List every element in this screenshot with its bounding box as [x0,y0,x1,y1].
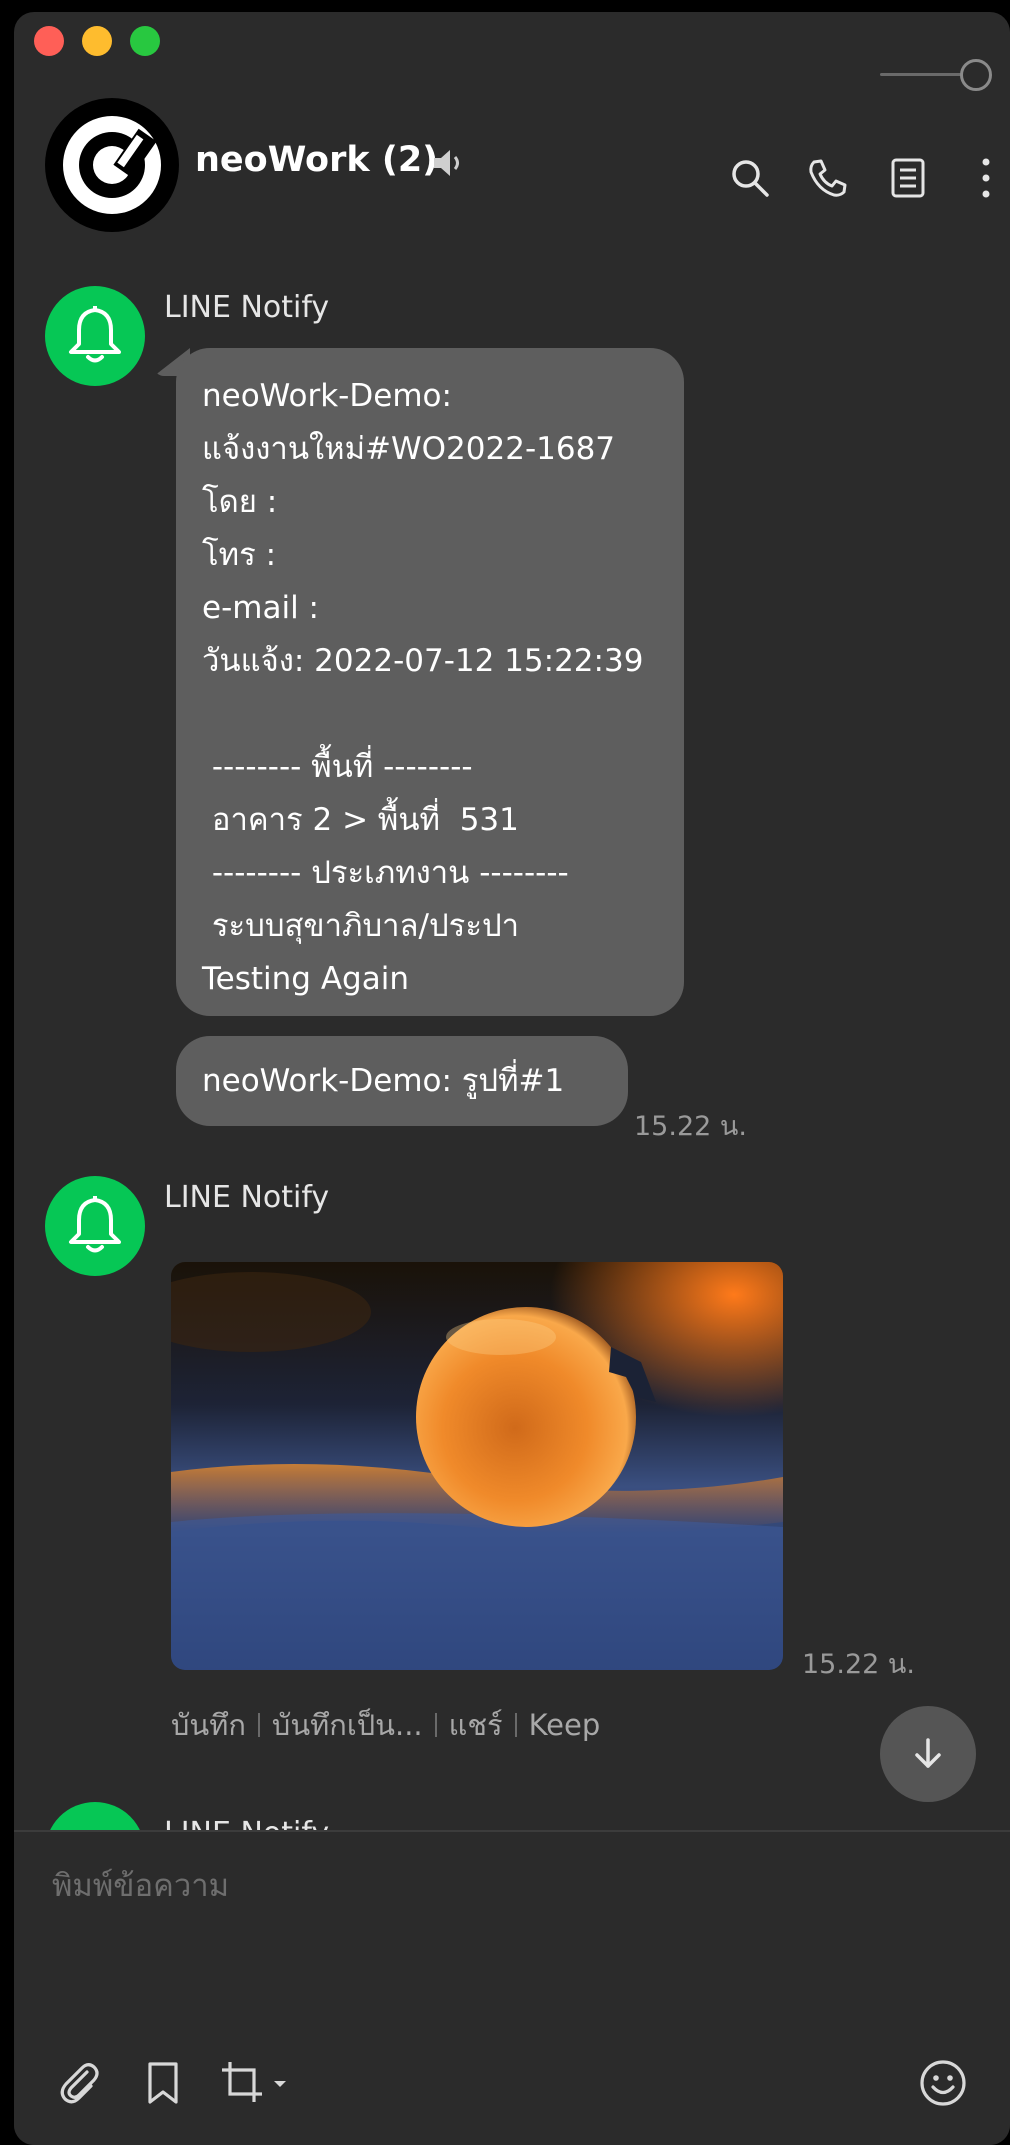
zoom-window-button[interactable] [130,26,160,56]
message-line: ระบบสุขาภิบาล/ประปา [202,908,520,944]
line-notify-avatar[interactable] [45,1176,145,1276]
arrow-down-icon [915,1738,941,1768]
scroll-to-bottom-button[interactable] [880,1706,976,1802]
line-notify-avatar[interactable] [45,286,145,386]
message-sender: LINE Notify [164,290,330,325]
message-line: neoWork-Demo: [202,378,452,414]
message-bubble[interactable]: neoWork-Demo: แจ้งงานใหม่#WO2022-1687 โด… [176,348,684,1016]
bell-icon [69,1196,121,1253]
save-as-action[interactable]: บันทึกเป็น... [272,1702,423,1748]
keep-action[interactable]: Keep [529,1708,601,1742]
message-time: 15.22 น. [802,1649,915,1680]
close-window-button[interactable] [34,26,64,56]
share-action[interactable]: แชร์ [449,1702,503,1748]
message-input[interactable] [50,1860,974,1912]
neowork-logo-icon [63,116,161,214]
message-line: แจ้งงานใหม่#WO2022-1687 [202,431,616,467]
message-line [202,688,658,741]
save-action[interactable]: บันทึก [171,1702,246,1748]
phone-icon[interactable] [806,156,850,200]
message-bubble[interactable]: neoWork-Demo: รูปที่#1 [176,1036,628,1126]
chevron-down-icon[interactable] [270,2074,290,2094]
search-icon[interactable] [728,156,772,200]
bookmark-icon[interactable] [138,2058,188,2108]
message-line: -------- พื้นที่ -------- [202,749,473,785]
divider [257,1713,260,1737]
emoji-icon[interactable] [918,2058,968,2108]
volume-icon[interactable] [430,145,466,181]
message-line: วันแจ้ง: 2022-07-12 15:22:39 [202,643,644,679]
message-line: e-mail : [202,590,319,626]
crop-icon[interactable] [218,2058,268,2108]
divider [514,1713,517,1737]
chat-title[interactable]: neoWork (2) [195,140,438,180]
minimize-window-button[interactable] [82,26,112,56]
chat-window: neoWork (2) LINE Notify neoWork-Demo: แจ… [14,12,1010,2145]
transparency-slider-knob[interactable] [960,59,992,91]
message-sender: LINE Notify [164,1180,330,1215]
message-line: โทร : [202,537,277,573]
message-line: -------- ประเภทงาน -------- [202,855,569,891]
bell-icon [69,306,121,363]
message-line: Testing Again [202,961,409,997]
divider [434,1713,437,1737]
image-message[interactable] [171,1262,783,1670]
more-icon[interactable] [964,156,1008,200]
message-line: โดย : [202,484,278,520]
group-avatar[interactable] [45,98,179,232]
notes-icon[interactable] [886,156,930,200]
attach-icon[interactable] [54,2058,104,2108]
composer [14,1830,1010,2145]
message-line: อาคาร 2 > พื้นที่ 531 [202,802,519,838]
image-actions: บันทึก บันทึกเป็น... แชร์ Keep [171,1702,600,1748]
message-time: 15.22 น. [634,1111,747,1142]
frozen-bubble-photo [171,1262,783,1670]
